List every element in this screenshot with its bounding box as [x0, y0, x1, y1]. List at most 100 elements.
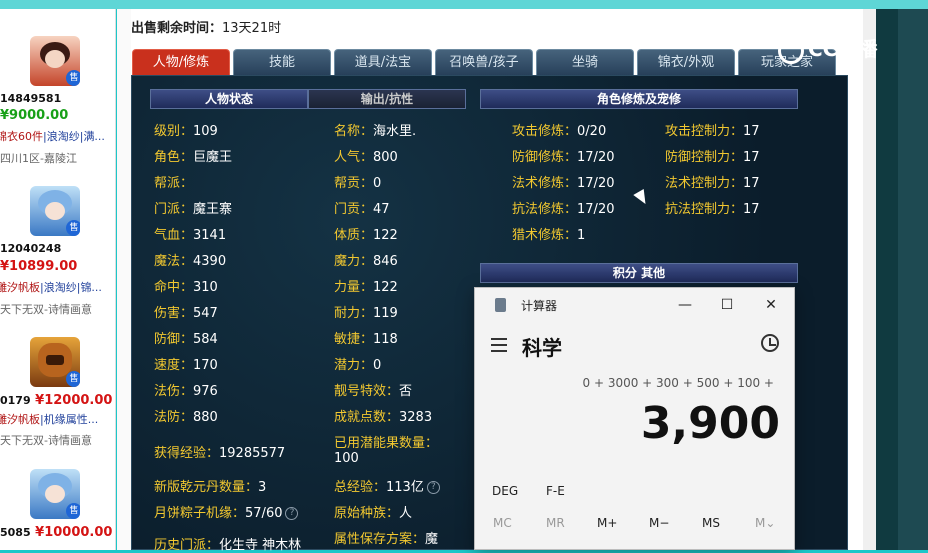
control-resist: 抗法控制力：17: [665, 202, 760, 217]
tab-outfits[interactable]: 锦衣/外观: [637, 49, 735, 75]
m-minus-button[interactable]: M−: [649, 516, 669, 530]
sale-time-value: 13天21时: [222, 21, 282, 36]
attr-potion-count: 已用潜能果数量： 100: [334, 436, 439, 466]
close-button[interactable]: ✕: [751, 292, 791, 318]
listing-id: 5085: [0, 526, 31, 539]
calculator-titlebar[interactable]: 计算器 — ☐ ✕: [475, 288, 796, 322]
menu-icon[interactable]: [491, 338, 507, 356]
tag: 锦...: [80, 281, 102, 294]
calculator-expression: 0 + 3000 + 300 + 500 + 100 +: [582, 376, 775, 390]
subheader-status[interactable]: 人物状态: [150, 89, 308, 109]
calculator-window[interactable]: 计算器 — ☐ ✕ 科学 0 + 3000 + 300 + 500 + 100 …: [474, 287, 795, 550]
ms-button[interactable]: MS: [702, 516, 720, 530]
attr-constitution: 体质：122: [334, 228, 398, 243]
attr-magic-defense: 法防：880: [154, 410, 218, 425]
attr-school: 门派：魔王寨: [154, 202, 233, 217]
listing-server: 四川1区-嘉陵江: [0, 152, 77, 165]
character-avatar[interactable]: 售: [30, 469, 80, 519]
memory-list-button[interactable]: M⌄: [755, 516, 775, 530]
attr-endurance: 耐力：119: [334, 306, 398, 321]
attr-magic-damage: 法伤：976: [154, 384, 218, 399]
fe-button[interactable]: F-E: [546, 484, 565, 498]
m-plus-button[interactable]: M+: [597, 516, 617, 530]
listing-price: ¥9000.00: [0, 108, 69, 123]
listing-tags: 雕汐帆板|机缘属性...: [0, 411, 115, 427]
sale-time-label: 出售剩余时间：: [131, 21, 223, 36]
help-icon[interactable]: ?: [426, 481, 440, 494]
attr-hit: 命中：310: [154, 280, 218, 295]
attr-potential: 潜力：0: [334, 358, 382, 373]
maximize-button[interactable]: ☐: [707, 292, 747, 318]
gutter: [117, 9, 131, 550]
calculator-title: 计算器: [521, 299, 558, 313]
subheader-cultivation: 角色修炼及宠修: [480, 89, 798, 109]
help-icon[interactable]: ?: [285, 507, 299, 520]
attr-school-contribution: 门贡：47: [334, 202, 390, 217]
calculator-mode: 科学: [522, 336, 562, 360]
subheader-score: 积分 其他: [480, 263, 798, 283]
listing-tags: 雕汐帆板|浪淘纱|锦...: [0, 279, 115, 295]
top-border: [0, 0, 928, 9]
tab-items-treasure[interactable]: 道具/法宝: [334, 49, 432, 75]
attr-original-race: 原始种族：人: [334, 506, 413, 521]
attr-level: 级别：109: [154, 124, 218, 139]
sale-badge: 售: [66, 220, 80, 236]
tab-summons-children[interactable]: 召唤兽/孩子: [435, 49, 533, 75]
attr-save-plan: 属性保存方案：魔: [334, 532, 439, 547]
cultivation-hunting: 猎术修炼：1: [512, 228, 586, 243]
control-defense: 防御控制力：17: [665, 150, 760, 165]
tag: 浪淘纱: [43, 281, 77, 294]
sale-badge: 售: [66, 371, 80, 387]
attr-mp: 魔法：4390: [154, 254, 227, 269]
tag: 雕汐帆板: [0, 413, 40, 426]
character-avatar[interactable]: 售: [30, 337, 80, 387]
listing-price: ¥10000.00: [35, 525, 113, 540]
listing-id-price: 5085 ¥10000.00: [0, 525, 115, 540]
minimize-button[interactable]: —: [665, 292, 705, 318]
tag: 锦衣60件: [0, 130, 43, 143]
tag: 机缘属性...: [43, 413, 99, 426]
attr-name: 名称：海水里.: [334, 124, 417, 139]
listing-id: 12040248: [0, 242, 62, 255]
mr-button[interactable]: MR: [546, 516, 565, 530]
listing-tags: 锦衣60件|浪淘纱|满...: [0, 128, 115, 144]
tab-character-cultivation[interactable]: 人物/修炼: [132, 49, 230, 75]
cc-live-logo: CC直播: [778, 33, 898, 67]
sale-badge: 售: [66, 503, 80, 519]
attr-achievement: 成就点数：3283: [334, 410, 433, 425]
tag: 满...: [83, 130, 105, 143]
attr-guild: 帮派：: [154, 176, 194, 191]
attr-history-school: 历史门派：化生寺 神木林: [154, 538, 302, 553]
attr-damage: 伤害：547: [154, 306, 218, 321]
attr-guild-contribution: 帮贡：0: [334, 176, 382, 191]
cc-logo-icon: [778, 37, 804, 64]
listing-sidebar[interactable]: 售 14849581 ¥9000.00 锦衣60件|浪淘纱|满... 四川1区-…: [0, 9, 116, 550]
calculator-result: 3,900: [640, 398, 780, 449]
tab-mounts[interactable]: 坐骑: [536, 49, 634, 75]
tag: 浪淘纱: [46, 130, 80, 143]
listing-price: ¥10899.00: [0, 259, 78, 274]
deg-button[interactable]: DEG: [492, 484, 518, 498]
mc-button[interactable]: MC: [493, 516, 512, 530]
listing-id-price: 0179 ¥12000.00: [0, 393, 115, 408]
calculator-app-icon: [495, 298, 506, 312]
listing-id: 14849581: [0, 92, 62, 105]
scrollbar[interactable]: [863, 9, 876, 550]
listing-server: 天下无双-诗情画意: [0, 434, 92, 447]
subheader-output[interactable]: 输出/抗性: [308, 89, 466, 109]
attr-hp: 气血：3141: [154, 228, 227, 243]
attr-role: 角色：巨魔王: [154, 150, 233, 165]
character-avatar[interactable]: 售: [30, 186, 80, 236]
attr-speed: 速度：170: [154, 358, 218, 373]
attr-dan-count: 新版乾元丹数量：3: [154, 480, 267, 495]
right-strip: [898, 9, 928, 550]
tab-skills[interactable]: 技能: [233, 49, 331, 75]
attr-strength: 力量：122: [334, 280, 398, 295]
attr-popularity: 人气：800: [334, 150, 398, 165]
cultivation-magic: 法术修炼：17/20: [512, 176, 615, 191]
right-panel: [876, 9, 898, 550]
listing-server: 天下无双-诗情画意: [0, 303, 92, 316]
history-icon[interactable]: [761, 334, 779, 352]
character-avatar[interactable]: 售: [30, 36, 80, 86]
attr-special-id: 靓号特效：否: [334, 384, 413, 399]
